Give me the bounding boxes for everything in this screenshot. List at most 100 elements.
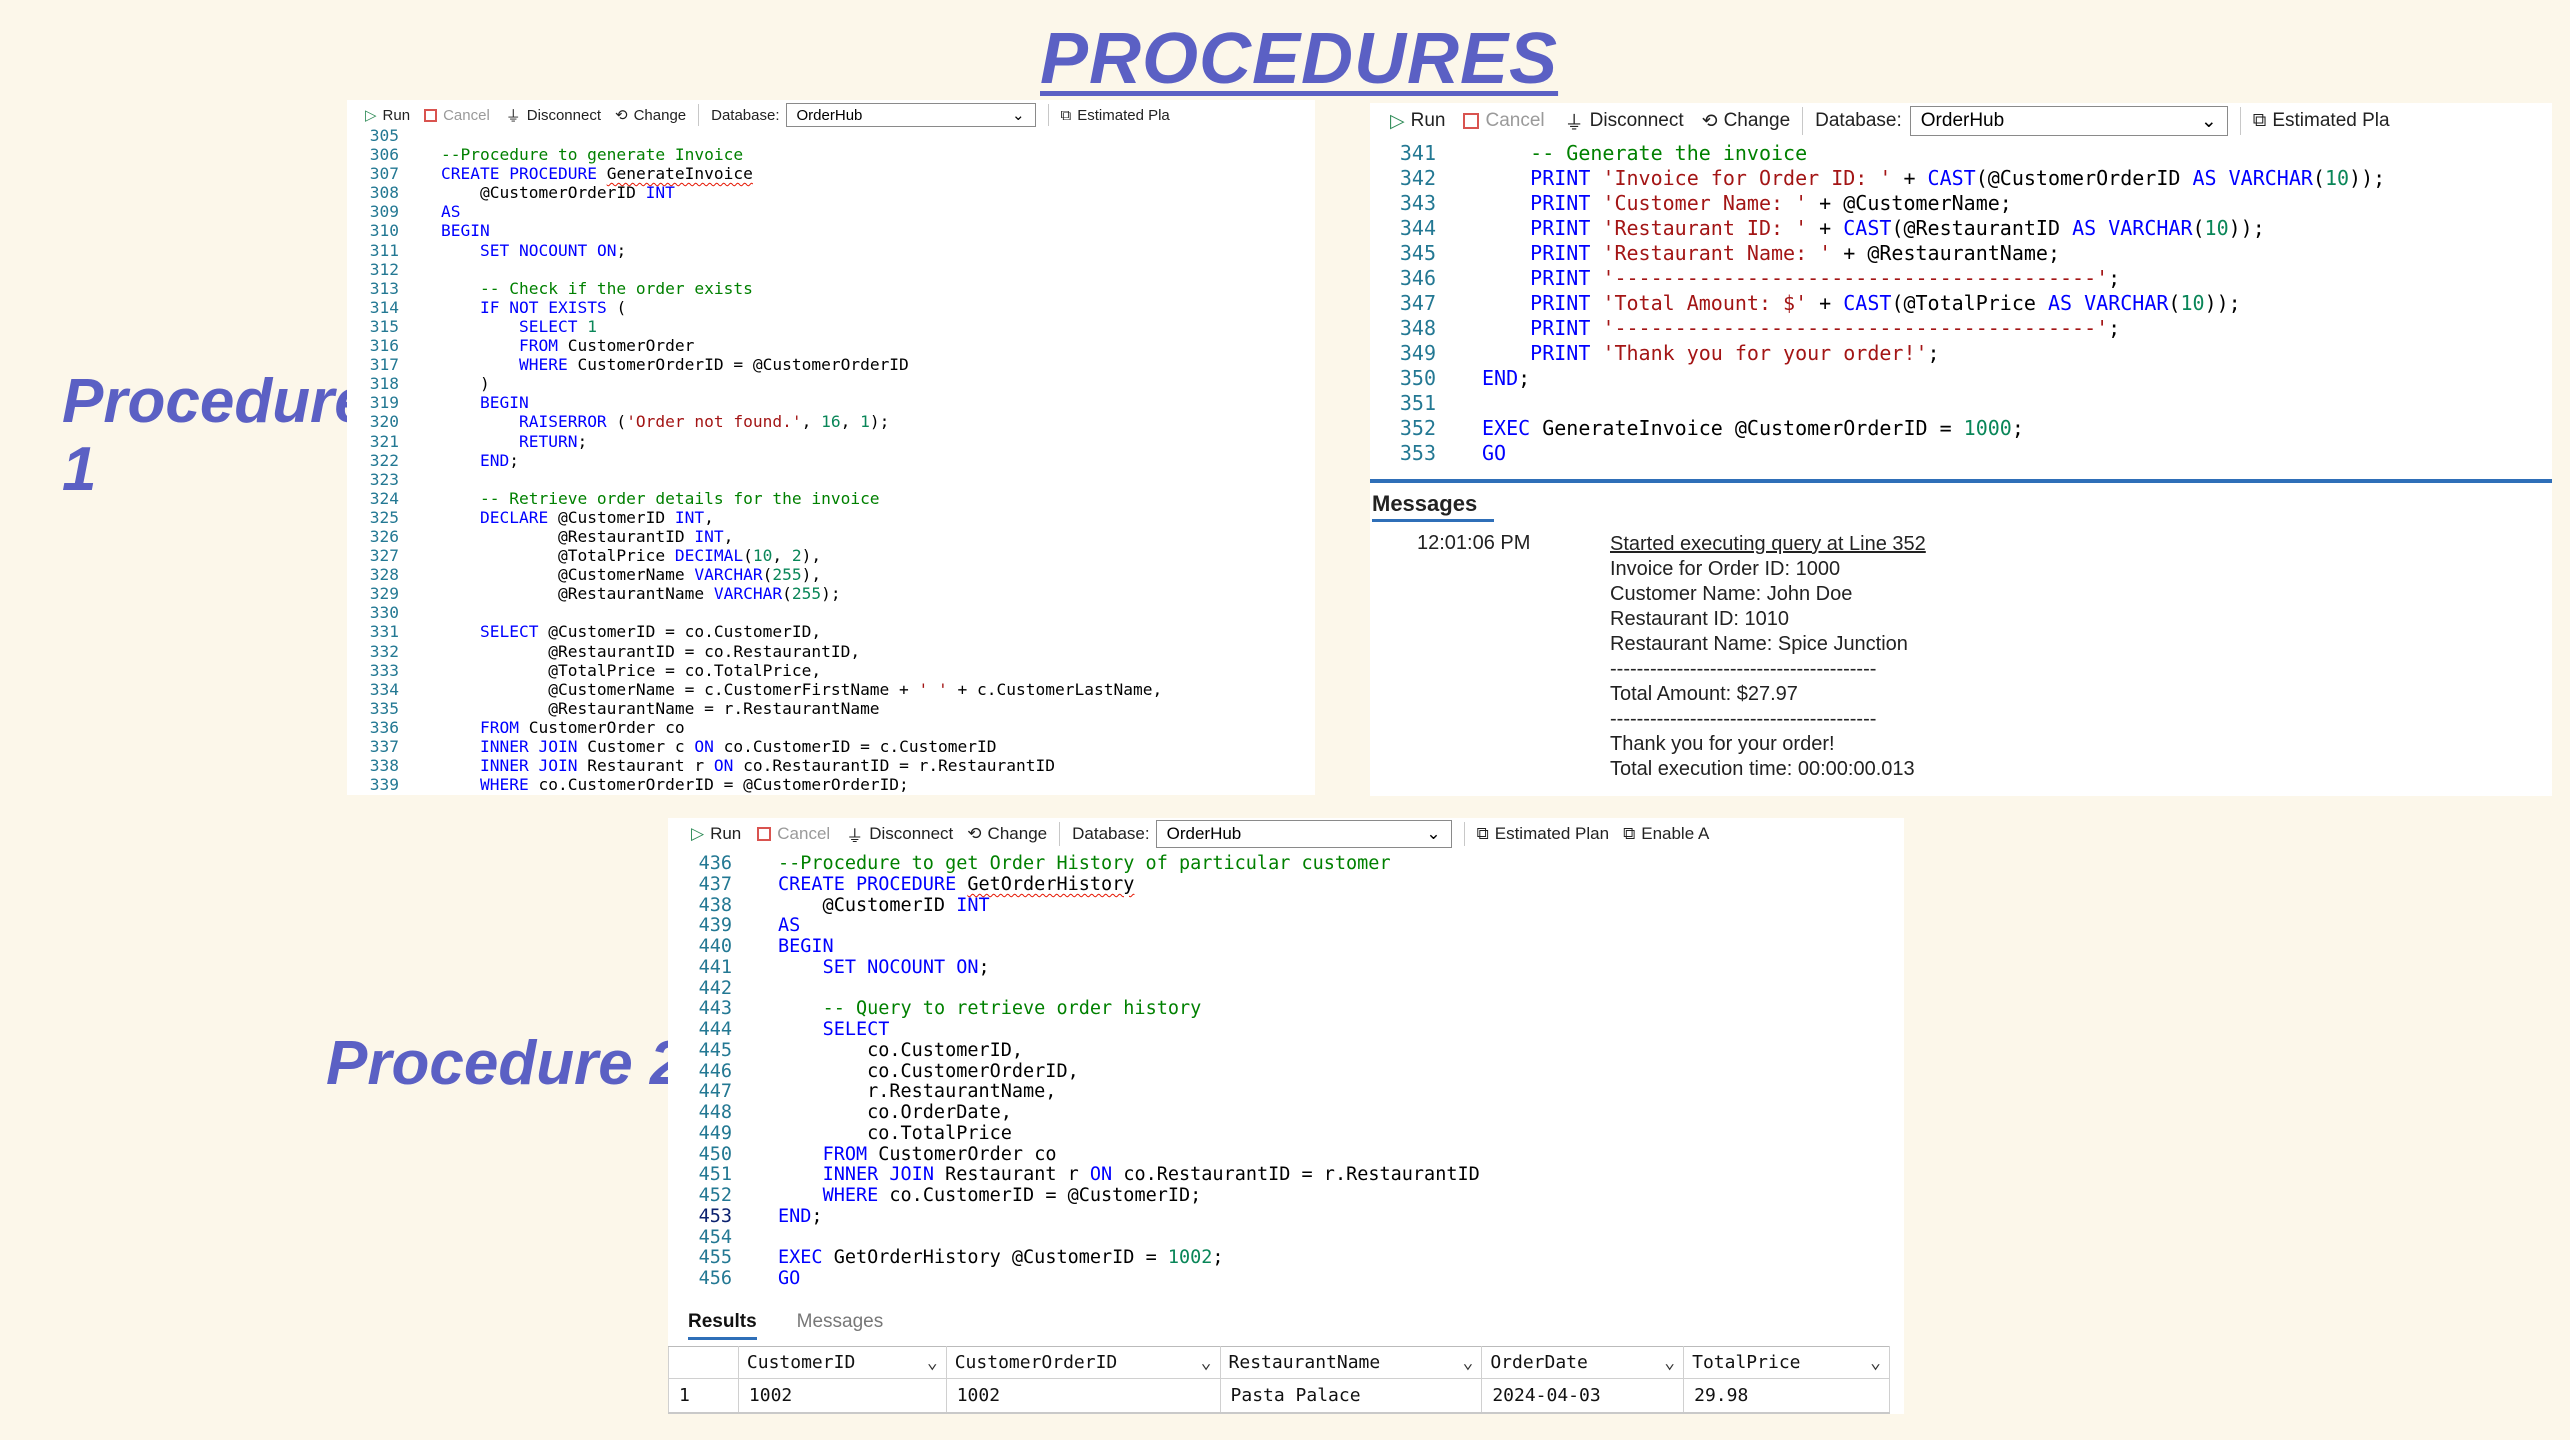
- code-line[interactable]: 333 @TotalPrice = co.TotalPrice,: [347, 661, 1315, 680]
- code-line[interactable]: 454: [668, 1227, 1904, 1249]
- estimated-plan-button[interactable]: ⧉ Estimated Pla: [2253, 110, 2390, 132]
- code-line[interactable]: 319 BEGIN: [347, 393, 1315, 412]
- code-line[interactable]: 331 SELECT @CustomerID = co.CustomerID,: [347, 622, 1315, 641]
- code-line[interactable]: 437 CREATE PROCEDURE GetOrderHistory: [668, 874, 1904, 896]
- code-line[interactable]: 326 @RestaurantID INT,: [347, 527, 1315, 546]
- database-select[interactable]: OrderHub ⌄: [1909, 106, 2228, 136]
- table-row[interactable]: 1 1002 1002 Pasta Palace 2024-04-03 29.9…: [668, 1378, 1890, 1413]
- code-line[interactable]: 334 @CustomerName = c.CustomerFirstName …: [347, 680, 1315, 699]
- code-line[interactable]: 451 INNER JOIN Restaurant r ON co.Restau…: [668, 1164, 1904, 1186]
- column-header-totalprice[interactable]: TotalPrice ⌄: [1683, 1346, 1890, 1379]
- code-line[interactable]: 455 EXEC GetOrderHistory @CustomerID = 10…: [668, 1247, 1904, 1269]
- code-line[interactable]: 452 WHERE co.CustomerID = @CustomerID;: [668, 1185, 1904, 1207]
- disconnect-button[interactable]: ⏚ Disconnect: [1565, 108, 1684, 135]
- change-button[interactable]: ⟲ Change: [1702, 110, 1790, 133]
- code-line[interactable]: 317 WHERE CustomerOrderID = @CustomerOrd…: [347, 355, 1315, 374]
- code-line[interactable]: 440 BEGIN: [668, 936, 1904, 958]
- messages-tab[interactable]: Messages: [1372, 491, 1477, 517]
- enable-actual-plan-button[interactable]: ⧉ Enable A: [1623, 824, 1709, 844]
- code-line[interactable]: 330: [347, 603, 1315, 622]
- code-line[interactable]: 448 co.OrderDate,: [668, 1102, 1904, 1124]
- code-line[interactable]: 332 @RestaurantID = co.RestaurantID,: [347, 642, 1315, 661]
- code-line[interactable]: 311 SET NOCOUNT ON;: [347, 241, 1315, 260]
- code-line[interactable]: 345 PRINT 'Restaurant Name: ' + @Restaur…: [1370, 241, 2552, 266]
- column-header-customerorderid[interactable]: CustomerOrderID ⌄: [945, 1346, 1221, 1379]
- code-line[interactable]: 453 END;: [668, 1206, 1904, 1228]
- disconnect-button[interactable]: ⏚ Disconnect: [506, 105, 601, 126]
- table-cell[interactable]: 1002: [737, 1378, 947, 1413]
- change-button[interactable]: ⟲ Change: [967, 824, 1047, 844]
- cancel-button[interactable]: Cancel: [424, 107, 490, 124]
- code-line[interactable]: 316 FROM CustomerOrder: [347, 336, 1315, 355]
- code-line[interactable]: 328 @CustomerName VARCHAR(255),: [347, 565, 1315, 584]
- code-line[interactable]: 305: [347, 126, 1315, 145]
- code-line[interactable]: 456 GO: [668, 1268, 1904, 1290]
- run-button[interactable]: ▷ Run: [365, 106, 410, 125]
- code-line[interactable]: 350 END;: [1370, 366, 2552, 391]
- code-line[interactable]: 444 SELECT: [668, 1019, 1904, 1041]
- code-line[interactable]: 321 RETURN;: [347, 432, 1315, 451]
- code-line[interactable]: 310 BEGIN: [347, 221, 1315, 240]
- tab-messages[interactable]: Messages: [797, 1311, 884, 1340]
- code-line[interactable]: 324 -- Retrieve order details for the in…: [347, 489, 1315, 508]
- code-line[interactable]: 349 PRINT 'Thank you for your order!';: [1370, 341, 2552, 366]
- code-line[interactable]: 325 DECLARE @CustomerID INT,: [347, 508, 1315, 527]
- code-line[interactable]: 314 IF NOT EXISTS (: [347, 298, 1315, 317]
- code-line[interactable]: 441 SET NOCOUNT ON;: [668, 957, 1904, 979]
- estimated-plan-button[interactable]: ⧉ Estimated Plan: [1477, 824, 1609, 844]
- code-line[interactable]: 436 --Procedure to get Order History of p…: [668, 853, 1904, 875]
- code-line[interactable]: 336 FROM CustomerOrder co: [347, 718, 1315, 737]
- code-line[interactable]: 442: [668, 978, 1904, 1000]
- code-line[interactable]: 307 CREATE PROCEDURE GenerateInvoice: [347, 164, 1315, 183]
- run-button[interactable]: ▷ Run: [1390, 110, 1445, 133]
- code-line[interactable]: 306 --Procedure to generate Invoice: [347, 145, 1315, 164]
- code-line[interactable]: 315 SELECT 1: [347, 317, 1315, 336]
- code-editor-1[interactable]: 305 306 --Procedure to generate Invoice 307…: [347, 126, 1315, 794]
- column-header-customerid[interactable]: CustomerID ⌄: [737, 1346, 947, 1379]
- code-line[interactable]: 347 PRINT 'Total Amount: $' + CAST(@Tota…: [1370, 291, 2552, 316]
- code-line[interactable]: 313 -- Check if the order exists: [347, 279, 1315, 298]
- cancel-button[interactable]: Cancel: [757, 824, 830, 844]
- message-line[interactable]: Started executing query at Line 352: [1610, 532, 1926, 557]
- disconnect-button[interactable]: ⏚ Disconnect: [846, 822, 953, 847]
- code-line[interactable]: 309 AS: [347, 202, 1315, 221]
- tab-results[interactable]: Results: [688, 1311, 757, 1340]
- code-line[interactable]: 443 -- Query to retrieve order history: [668, 998, 1904, 1020]
- code-line[interactable]: 450 FROM CustomerOrder co: [668, 1144, 1904, 1166]
- code-line[interactable]: 322 END;: [347, 451, 1315, 470]
- code-line[interactable]: 447 r.RestaurantName,: [668, 1081, 1904, 1103]
- database-select[interactable]: OrderHub ⌄: [1155, 820, 1452, 848]
- code-line[interactable]: 352 EXEC GenerateInvoice @CustomerOrderID…: [1370, 416, 2552, 441]
- code-line[interactable]: 337 INNER JOIN Customer c ON co.Customer…: [347, 737, 1315, 756]
- table-cell[interactable]: 1002: [945, 1378, 1221, 1413]
- code-line[interactable]: 335 @RestaurantName = r.RestaurantName: [347, 699, 1315, 718]
- code-line[interactable]: 320 RAISERROR ('Order not found.', 16, 1…: [347, 412, 1315, 431]
- code-line[interactable]: 342 PRINT 'Invoice for Order ID: ' + CAS…: [1370, 166, 2552, 191]
- code-line[interactable]: 338 INNER JOIN Restaurant r ON co.Restau…: [347, 756, 1315, 775]
- results-splitter[interactable]: [1370, 479, 2552, 483]
- cancel-button[interactable]: Cancel: [1463, 110, 1545, 132]
- code-line[interactable]: 323: [347, 470, 1315, 489]
- code-line[interactable]: 343 PRINT 'Customer Name: ' + @CustomerN…: [1370, 191, 2552, 216]
- code-line[interactable]: 327 @TotalPrice DECIMAL(10, 2),: [347, 546, 1315, 565]
- database-select[interactable]: OrderHub ⌄: [785, 103, 1036, 127]
- code-editor-2[interactable]: 341 -- Generate the invoice 342 PRINT 'In…: [1370, 141, 2552, 466]
- code-line[interactable]: 341 -- Generate the invoice: [1370, 141, 2552, 166]
- code-line[interactable]: 439 AS: [668, 915, 1904, 937]
- code-line[interactable]: 438 @CustomerID INT: [668, 895, 1904, 917]
- table-cell[interactable]: 29.98: [1683, 1378, 1890, 1413]
- run-button[interactable]: ▷ Run: [691, 824, 741, 844]
- change-button[interactable]: ⟲ Change: [615, 106, 686, 125]
- code-line[interactable]: 329 @RestaurantName VARCHAR(255);: [347, 584, 1315, 603]
- column-header-orderdate[interactable]: OrderDate ⌄: [1481, 1346, 1685, 1379]
- code-line[interactable]: 446 co.CustomerOrderID,: [668, 1061, 1904, 1083]
- code-line[interactable]: 348 PRINT '-----------------------------…: [1370, 316, 2552, 341]
- code-line[interactable]: 445 co.CustomerID,: [668, 1040, 1904, 1062]
- code-line[interactable]: 344 PRINT 'Restaurant ID: ' + CAST(@Rest…: [1370, 216, 2552, 241]
- code-line[interactable]: 318 ): [347, 374, 1315, 393]
- code-line[interactable]: 449 co.TotalPrice: [668, 1123, 1904, 1145]
- code-line[interactable]: 339 WHERE co.CustomerOrderID = @Customer…: [347, 775, 1315, 794]
- table-cell[interactable]: 2024-04-03: [1481, 1378, 1685, 1413]
- code-line[interactable]: 308 @CustomerOrderID INT: [347, 183, 1315, 202]
- table-cell[interactable]: Pasta Palace: [1219, 1378, 1483, 1413]
